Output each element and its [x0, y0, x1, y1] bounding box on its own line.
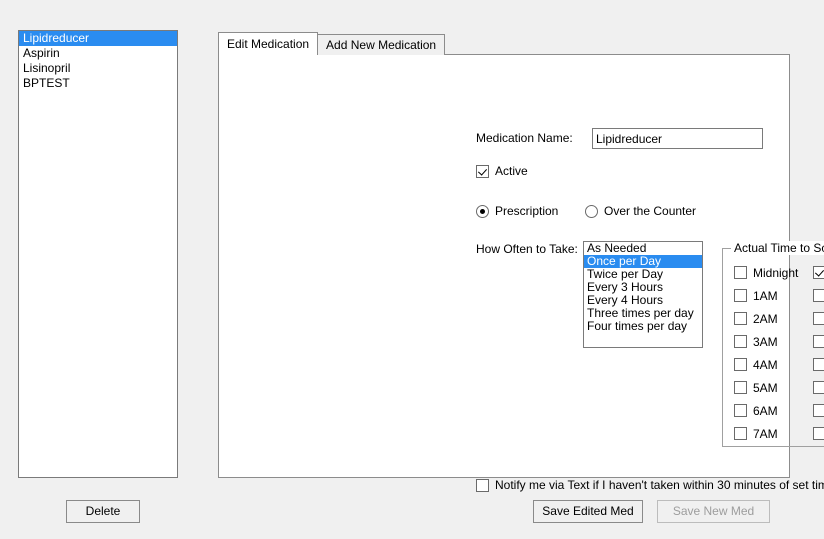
checkbox-box-icon — [734, 427, 747, 440]
time-checkbox[interactable]: 1PM — [813, 381, 824, 395]
tab-control: Edit Medication Add New Medication Medica… — [218, 32, 824, 492]
active-checkbox-label: Active — [495, 164, 528, 178]
checkbox-box-icon — [734, 381, 747, 394]
medication-listbox[interactable]: Lipidreducer Aspirin Lisinopril BPTEST — [18, 30, 178, 478]
radio-dot-icon — [476, 204, 489, 218]
checkbox-box-icon — [813, 289, 824, 302]
time-checkbox[interactable]: 3AM — [734, 335, 813, 349]
notify-via-text-label: Notify me via Text if I haven't taken wi… — [495, 478, 824, 492]
frequency-list-item[interactable]: Four times per day — [584, 320, 702, 333]
over-the-counter-radio-label: Over the Counter — [604, 204, 697, 218]
schedule-time-groupbox-title: Actual Time to Schedule Taking Medicatio… — [731, 241, 824, 255]
over-the-counter-radio[interactable]: Over the Counter — [585, 204, 696, 218]
checkbox-box-icon — [813, 266, 824, 279]
medication-list-item[interactable]: Lipidreducer — [19, 31, 177, 46]
time-checkbox-label: 3AM — [753, 334, 778, 349]
prescription-radio[interactable]: Prescription — [476, 204, 558, 218]
time-checkbox[interactable]: 5AM — [734, 381, 813, 395]
schedule-time-grid: Midnight8AM4PM1AM9AM5PM2AM10AM6PM3AM11AM… — [734, 261, 824, 445]
time-checkbox[interactable]: 2AM — [734, 312, 813, 326]
checkbox-box-icon — [734, 312, 747, 325]
time-checkbox-label: 4AM — [753, 357, 778, 372]
checkbox-box-icon — [734, 266, 747, 279]
medication-list-item[interactable]: Aspirin — [19, 46, 177, 61]
checkbox-box-icon — [813, 335, 824, 348]
tab-strip: Edit Medication Add New Medication — [218, 32, 446, 55]
save-new-med-button[interactable]: Save New Med — [657, 500, 770, 523]
checkbox-box-icon — [813, 427, 824, 440]
time-checkbox[interactable]: 10AM — [813, 312, 824, 326]
checkbox-box-icon — [734, 358, 747, 371]
time-checkbox-label: 6AM — [753, 403, 778, 418]
checkbox-box-icon — [813, 312, 824, 325]
time-checkbox[interactable]: Noon — [813, 358, 824, 372]
time-checkbox[interactable]: 8AM — [813, 266, 824, 280]
time-checkbox[interactable]: 1AM — [734, 289, 813, 303]
time-checkbox-label: 1AM — [753, 288, 778, 303]
active-checkbox[interactable]: Active — [476, 164, 528, 178]
save-edited-med-button[interactable]: Save Edited Med — [533, 500, 643, 523]
medication-name-label: Medication Name: — [476, 131, 573, 145]
checkbox-box-icon — [813, 404, 824, 417]
time-checkbox-label: 7AM — [753, 426, 778, 441]
time-checkbox[interactable]: 3PM — [813, 427, 824, 441]
time-checkbox[interactable]: 2PM — [813, 404, 824, 418]
tab-panel-edit-medication: Medication Name: Active Prescription Ove… — [218, 54, 824, 492]
tab-add-new-medication[interactable]: Add New Medication — [317, 34, 446, 55]
frequency-listbox[interactable]: As Needed Once per Day Twice per Day Every … — [583, 241, 703, 348]
tab-edit-medication[interactable]: Edit Medication — [218, 32, 319, 55]
checkbox-box-icon — [734, 289, 747, 302]
time-checkbox[interactable]: 7AM — [734, 427, 813, 441]
time-checkbox-label: 2AM — [753, 311, 778, 326]
checkbox-box-icon — [734, 404, 747, 417]
checkbox-box-icon — [476, 478, 489, 492]
checkbox-box-icon — [476, 164, 489, 178]
time-checkbox[interactable]: 9AM — [813, 289, 824, 303]
time-checkbox-label: Midnight — [753, 265, 799, 280]
checkbox-box-icon — [813, 358, 824, 371]
time-checkbox[interactable]: 6AM — [734, 404, 813, 418]
medication-name-input[interactable] — [592, 128, 763, 149]
prescription-radio-label: Prescription — [495, 204, 559, 218]
radio-circle-icon — [585, 204, 598, 218]
delete-button[interactable]: Delete — [66, 500, 140, 523]
time-checkbox-label: 5AM — [753, 380, 778, 395]
medication-list-item[interactable]: BPTEST — [19, 76, 177, 91]
checkbox-box-icon — [813, 381, 824, 394]
time-checkbox[interactable]: 11AM — [813, 335, 824, 349]
how-often-to-take-label: How Often to Take: — [476, 242, 578, 256]
time-checkbox[interactable]: 4AM — [734, 358, 813, 372]
time-checkbox[interactable]: Midnight — [734, 266, 813, 280]
checkbox-box-icon — [734, 335, 747, 348]
medication-list-item[interactable]: Lisinopril — [19, 61, 177, 76]
schedule-time-groupbox: Actual Time to Schedule Taking Medicatio… — [722, 241, 824, 447]
notify-via-text-checkbox[interactable]: Notify me via Text if I haven't taken wi… — [476, 478, 824, 492]
